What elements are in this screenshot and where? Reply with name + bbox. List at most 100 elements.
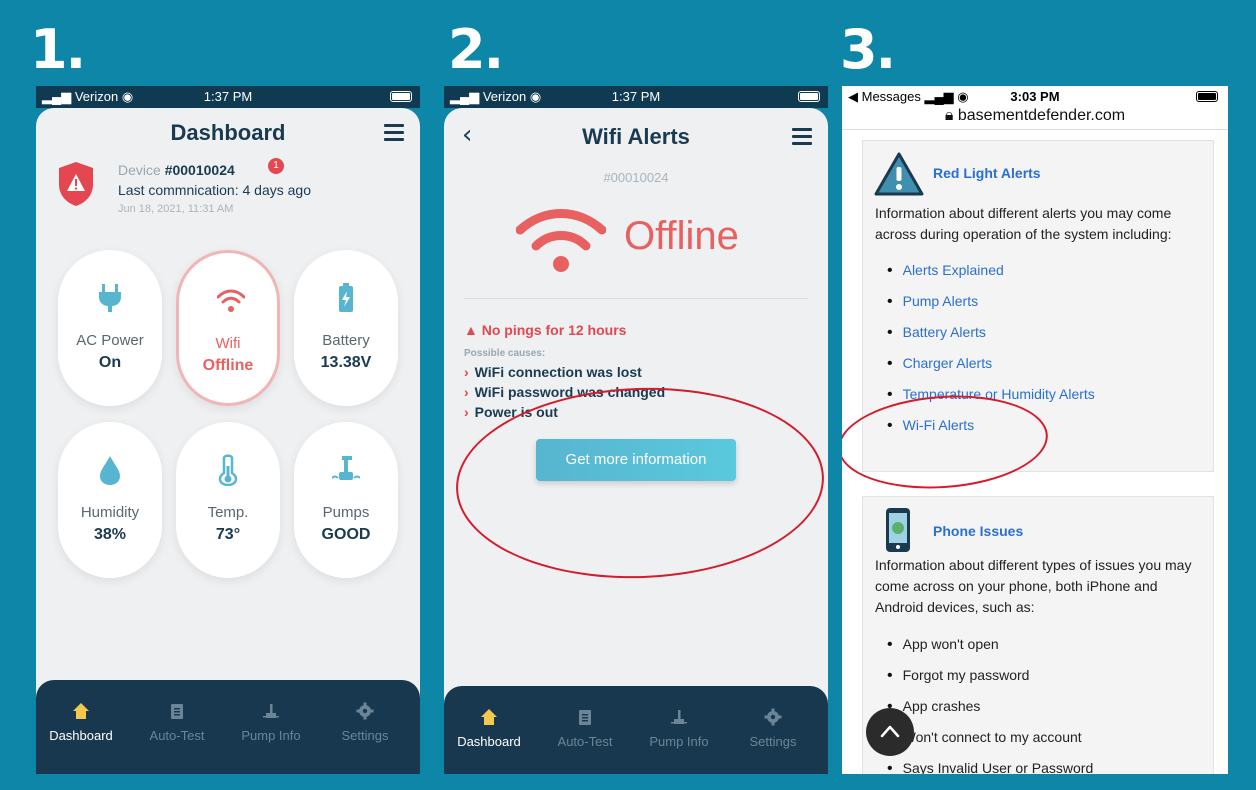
tab-dashboard[interactable]: Dashboard (36, 702, 126, 743)
tab-settings[interactable]: Settings (320, 702, 410, 743)
tile-battery[interactable]: Battery 13.38V (294, 250, 398, 406)
list-item: App won't open (887, 629, 1093, 660)
device-id: #00010024 (603, 170, 669, 185)
step-number-3: 3. (840, 18, 896, 81)
hamburger-menu-icon[interactable] (384, 124, 404, 141)
lock-icon: 🔒︎ (944, 107, 954, 124)
droplet-icon (100, 456, 120, 485)
link-alerts-explained[interactable]: Alerts Explained (887, 255, 1095, 286)
wifi-offline-icon (516, 209, 606, 272)
chevron-up-icon (880, 725, 900, 738)
bottom-tab-bar: Dashboard Auto-Test Pump Info Settings (444, 686, 828, 774)
tab-pump-info[interactable]: Pump Info (634, 708, 724, 749)
tab-settings[interactable]: Settings (728, 708, 818, 749)
dashboard-screen: Dashboard Device #00010024 1 Last commni… (36, 108, 420, 774)
cause-item: › WiFi connection was lost (464, 364, 642, 380)
last-communication: Last commnication: 4 days ago (118, 182, 311, 198)
tile-label: AC Power (76, 332, 144, 349)
tab-label: Dashboard (49, 728, 113, 743)
wifi-icon (217, 289, 245, 312)
tab-dashboard[interactable]: Dashboard (444, 708, 534, 749)
tile-temperature[interactable]: Temp. 73° (176, 422, 280, 578)
status-time: 1:37 PM (203, 89, 253, 104)
status-bar: ▂▄▆ Verizon ◉ 1:37 PM (36, 86, 420, 108)
tab-label: Pump Info (241, 728, 301, 743)
pump-icon (332, 456, 360, 480)
tile-label: Temp. (207, 504, 249, 521)
tile-label: Battery (322, 332, 370, 349)
card-phone-issues: Phone Issues Information about different… (862, 496, 1214, 774)
list-item: Says Invalid User or Password (887, 753, 1094, 774)
address-bar[interactable]: 🔒︎ basementdefender.com (842, 107, 1228, 125)
battery-status-icon (1196, 91, 1218, 102)
causes-heading: Possible causes: (464, 348, 546, 359)
wifi-state: Offline (624, 214, 739, 258)
clipboard-icon (171, 704, 183, 719)
tab-label: Dashboard (457, 734, 521, 749)
link-pump-alerts[interactable]: Pump Alerts (887, 286, 1095, 317)
tile-value: 13.38V (320, 354, 372, 371)
list-item: Won't connect to my account (887, 722, 1093, 753)
tile-label: Wifi (215, 335, 241, 352)
chevron-right-icon: › (464, 384, 469, 400)
step-number-2: 2. (448, 18, 504, 81)
status-time: 3:03 PM (1010, 89, 1060, 104)
tile-label: Pumps (322, 504, 370, 521)
warning-triangle-icon (874, 152, 924, 196)
card-heading[interactable]: Red Light Alerts (933, 165, 1041, 181)
tab-label: Settings (341, 728, 389, 743)
status-time: 1:37 PM (611, 89, 661, 104)
phone-wifi-alerts: ▂▄▆ Verizon ◉ 1:37 PM ‹ Wifi Alerts #000… (444, 86, 828, 774)
page-title: Dashboard (170, 120, 286, 145)
link-charger-alerts[interactable]: Charger Alerts (887, 348, 1095, 379)
battery-status-icon (390, 91, 412, 102)
tab-auto-test[interactable]: Auto-Test (540, 708, 630, 749)
tile-humidity[interactable]: Humidity 38% (58, 422, 162, 578)
browser-bar: ◀ Messages ▂▄▆ ◉ 3:03 PM 🔒︎ basementdefe… (842, 86, 1228, 130)
tile-wifi[interactable]: Wifi Offline (176, 250, 280, 406)
pump-icon (263, 704, 279, 718)
battery-status-icon (798, 91, 820, 102)
chevron-right-icon: › (464, 404, 469, 420)
issues-list: App won't open Forgot my password App cr… (887, 629, 1094, 774)
tab-label: Auto-Test (557, 734, 613, 749)
tile-value: 38% (93, 526, 127, 543)
tile-value: On (98, 354, 122, 371)
phone-dashboard: ▂▄▆ Verizon ◉ 1:37 PM Dashboard Device #… (36, 86, 420, 774)
warning-icon: ▲ (464, 322, 478, 338)
clipboard-icon (579, 710, 591, 725)
status-bar: ▂▄▆ Verizon ◉ 1:37 PM (444, 86, 828, 108)
list-item: Forgot my password (887, 660, 1093, 691)
tile-label: Humidity (80, 504, 140, 521)
notification-badge[interactable]: 1 (268, 158, 284, 174)
card-description: Information about different types of iss… (875, 557, 1192, 615)
gear-icon (356, 702, 374, 720)
last-communication-date: Jun 18, 2021, 11:31 AM (118, 203, 234, 215)
tile-value: GOOD (321, 526, 371, 543)
hamburger-menu-icon[interactable] (792, 128, 812, 145)
step-number-1: 1. (30, 18, 86, 81)
tab-label: Auto-Test (149, 728, 205, 743)
tile-pumps[interactable]: Pumps GOOD (294, 422, 398, 578)
card-heading[interactable]: Phone Issues (933, 523, 1023, 539)
pump-icon (671, 710, 687, 724)
tile-ac-power[interactable]: AC Power On (58, 250, 162, 406)
phone-browser: ◀ Messages ▂▄▆ ◉ 3:03 PM 🔒︎ basementdefe… (842, 86, 1228, 774)
scroll-to-top-button[interactable] (866, 708, 914, 756)
tab-label: Settings (749, 734, 797, 749)
home-icon (73, 703, 89, 719)
tile-value: 73° (215, 526, 241, 543)
ping-alert: ▲ No pings for 12 hours (464, 322, 627, 338)
tile-value: Offline (202, 357, 254, 374)
page-title: Wifi Alerts (582, 124, 690, 149)
link-battery-alerts[interactable]: Battery Alerts (887, 317, 1095, 348)
device-id-label: Device #00010024 (118, 162, 235, 178)
divider (464, 298, 808, 299)
bottom-tab-bar: Dashboard Auto-Test Pump Info Settings (36, 680, 420, 774)
alert-shield-icon (59, 162, 93, 206)
gear-icon (764, 708, 782, 726)
tab-label: Pump Info (649, 734, 709, 749)
home-icon (481, 709, 497, 725)
tab-pump-info[interactable]: Pump Info (226, 702, 316, 743)
tab-auto-test[interactable]: Auto-Test (132, 702, 222, 743)
